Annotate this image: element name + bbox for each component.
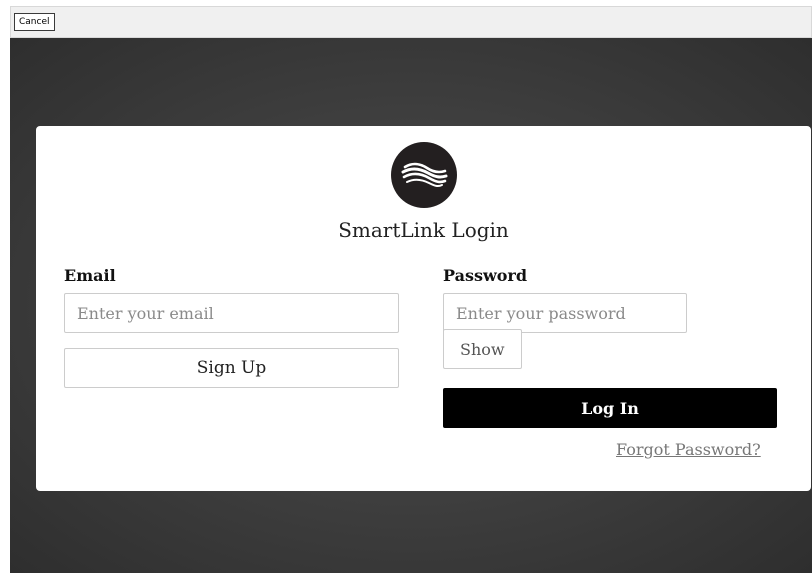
- email-field[interactable]: [64, 293, 399, 333]
- password-field[interactable]: [443, 293, 687, 333]
- password-label: Password: [443, 266, 528, 285]
- forgot-password-link[interactable]: Forgot Password?: [616, 440, 761, 459]
- sign-up-button[interactable]: Sign Up: [64, 348, 399, 388]
- app-window: Cancel SmartLink Login Email Sign Up Pas…: [0, 0, 812, 573]
- waves-logo-icon: [391, 142, 457, 208]
- page-title: SmartLink Login: [338, 218, 509, 242]
- email-label: Email: [64, 266, 116, 285]
- log-in-button[interactable]: Log In: [443, 388, 777, 428]
- cancel-button[interactable]: Cancel: [14, 13, 55, 31]
- login-backdrop: SmartLink Login Email Sign Up Password S…: [10, 38, 812, 573]
- login-card: SmartLink Login Email Sign Up Password S…: [36, 126, 811, 491]
- show-password-button[interactable]: Show: [443, 329, 522, 369]
- window-toolbar: Cancel: [10, 6, 812, 38]
